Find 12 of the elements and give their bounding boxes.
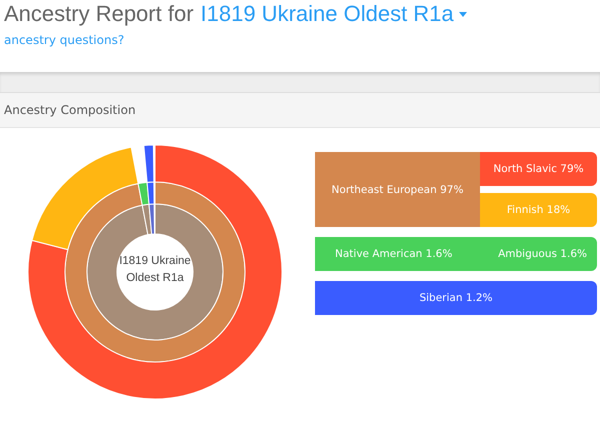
bar-label: Ambiguous 1.6% (498, 248, 587, 260)
bar-label: Northeast European 97% (332, 184, 464, 196)
sample-dropdown[interactable]: I1819 Ukraine Oldest R1a (200, 1, 467, 27)
bar-label: Native American 1.6% (335, 248, 452, 260)
page-title: Ancestry Report for (4, 1, 194, 27)
ancestry-bar: Finnish 18% (480, 193, 597, 227)
ancestry-bar: North Slavic 79% (480, 152, 597, 186)
help-link[interactable]: ancestry questions? (4, 33, 124, 47)
caret-icon (458, 12, 467, 16)
panel-title: Ancestry Composition (4, 103, 136, 117)
chart-center-label: I1819 Ukraine Oldest R1a (118, 254, 192, 286)
bar-label: Siberian 1.2% (419, 292, 493, 304)
